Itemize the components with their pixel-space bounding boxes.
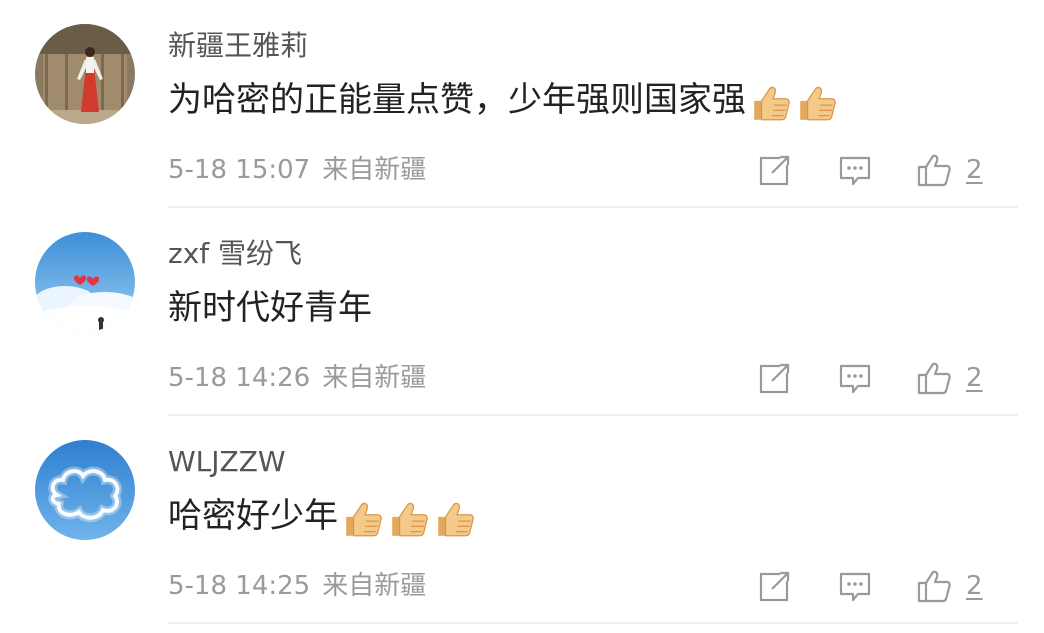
source-location: 来自新疆 bbox=[322, 571, 427, 601]
avatar[interactable] bbox=[35, 232, 135, 332]
share-button[interactable] bbox=[758, 569, 792, 603]
share-icon bbox=[759, 155, 790, 186]
thumbs-up-icon bbox=[917, 362, 951, 395]
like-count[interactable]: 2 bbox=[966, 363, 983, 393]
thumbs-up-emoji bbox=[438, 502, 474, 537]
thumbs-up-icon bbox=[917, 154, 951, 187]
thumbs-up-emoji bbox=[800, 86, 836, 121]
like-count[interactable]: 2 bbox=[966, 155, 983, 185]
comment-button[interactable] bbox=[838, 569, 872, 603]
comment-item: zxf 雪纷飞 新时代好青年 5-18 14:26 来自新疆 2 bbox=[0, 208, 1044, 416]
avatar[interactable] bbox=[35, 440, 135, 540]
like-button[interactable]: 2 bbox=[916, 361, 983, 395]
source-location: 来自新疆 bbox=[322, 155, 427, 185]
username[interactable]: WLJZZW bbox=[168, 442, 286, 482]
comment-item: WLJZZW 哈密好少年 5-18 14:25 来自新疆 2 bbox=[0, 416, 1044, 624]
like-button[interactable]: 2 bbox=[916, 569, 983, 603]
comment-item: 新疆王雅莉 为哈密的正能量点赞，少年强则国家强 5-18 15:07 来自新疆 2 bbox=[0, 0, 1044, 208]
emoji-group bbox=[746, 78, 838, 126]
source-location: 来自新疆 bbox=[322, 363, 427, 393]
emoji-group bbox=[338, 494, 476, 542]
comment-icon bbox=[839, 156, 871, 186]
timestamp: 5-18 14:25 bbox=[168, 571, 311, 601]
comment-text: 新时代好青年 bbox=[168, 284, 372, 332]
thumbs-up-emoji bbox=[346, 502, 382, 537]
share-icon bbox=[759, 363, 790, 394]
comment-text-content: 新时代好青年 bbox=[168, 288, 372, 328]
share-icon bbox=[759, 571, 790, 602]
thumbs-up-icon bbox=[917, 570, 951, 603]
avatar[interactable] bbox=[35, 24, 135, 124]
comment-text: 哈密好少年 bbox=[168, 492, 476, 542]
comment-icon bbox=[839, 364, 871, 394]
share-button[interactable] bbox=[758, 361, 792, 395]
comment-button[interactable] bbox=[838, 153, 872, 187]
thumbs-up-emoji bbox=[392, 502, 428, 537]
thumbs-up-emoji bbox=[754, 86, 790, 121]
username[interactable]: zxf 雪纷飞 bbox=[168, 234, 302, 274]
divider bbox=[168, 622, 1018, 624]
share-button[interactable] bbox=[758, 153, 792, 187]
username[interactable]: 新疆王雅莉 bbox=[168, 26, 308, 66]
comment-text-content: 哈密好少年 bbox=[168, 496, 338, 536]
comment-icon bbox=[839, 572, 871, 602]
timestamp: 5-18 14:26 bbox=[168, 363, 311, 393]
comment-text: 为哈密的正能量点赞，少年强则国家强 bbox=[168, 76, 838, 126]
comment-meta: 5-18 15:07 来自新疆 bbox=[168, 150, 426, 190]
like-button[interactable]: 2 bbox=[916, 153, 983, 187]
comment-meta: 5-18 14:26 来自新疆 bbox=[168, 358, 426, 398]
comment-text-content: 为哈密的正能量点赞，少年强则国家强 bbox=[168, 80, 746, 120]
comment-meta: 5-18 14:25 来自新疆 bbox=[168, 566, 426, 606]
timestamp: 5-18 15:07 bbox=[168, 155, 311, 185]
comment-button[interactable] bbox=[838, 361, 872, 395]
like-count[interactable]: 2 bbox=[966, 571, 983, 601]
